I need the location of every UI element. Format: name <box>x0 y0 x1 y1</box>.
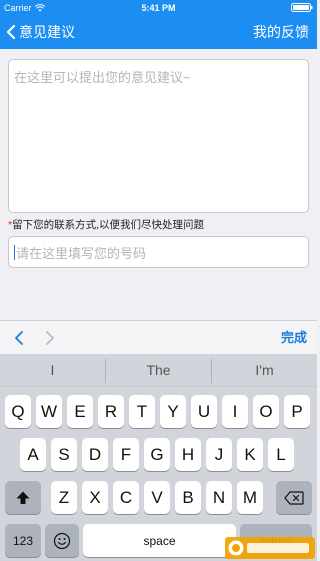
key-h[interactable]: H <box>175 438 201 471</box>
wifi-icon <box>34 3 45 11</box>
text-caret <box>14 244 15 260</box>
phone-placeholder: 请在这里填写您的号码 <box>16 245 147 261</box>
space-key[interactable]: space <box>83 524 236 557</box>
key-r[interactable]: R <box>98 395 124 428</box>
feedback-textarea[interactable]: 在这里可以提出您的意见建议~ <box>8 59 309 213</box>
battery-icon <box>291 3 313 12</box>
key-i[interactable]: I <box>222 395 248 428</box>
feedback-placeholder: 在这里可以提出您的意见建议~ <box>14 70 191 85</box>
key-z[interactable]: Z <box>51 481 77 514</box>
keyboard: I The I'm Q W E R T Y U I O P A S D F G … <box>0 354 317 561</box>
status-bar: Carrier 5:41 PM <box>0 0 317 15</box>
watermark-logo <box>225 537 315 559</box>
key-d[interactable]: D <box>82 438 108 471</box>
carrier-label: Carrier <box>4 2 32 13</box>
key-u[interactable]: U <box>191 395 217 428</box>
key-a[interactable]: A <box>20 438 46 471</box>
contact-hint: *留下您的联系方式,以便我们尽快处理问题 <box>8 217 204 232</box>
key-w[interactable]: W <box>36 395 62 428</box>
phone-input[interactable]: 请在这里填写您的号码 <box>8 236 309 268</box>
emoji-icon <box>53 532 71 549</box>
key-b[interactable]: B <box>175 481 201 514</box>
status-time: 5:41 PM <box>141 2 176 13</box>
shift-key[interactable] <box>5 481 41 514</box>
key-n[interactable]: N <box>206 481 232 514</box>
key-y[interactable]: Y <box>160 395 186 428</box>
my-feedback-button[interactable]: 我的反馈 <box>253 21 309 43</box>
key-l[interactable]: L <box>268 438 294 471</box>
prediction-3[interactable]: I'm <box>212 354 317 386</box>
key-m[interactable]: M <box>237 481 263 514</box>
key-p[interactable]: P <box>284 395 310 428</box>
back-button[interactable]: 意见建议 <box>6 21 75 43</box>
key-o[interactable]: O <box>253 395 279 428</box>
numbers-key[interactable]: 123 <box>5 524 41 557</box>
key-j[interactable]: J <box>206 438 232 471</box>
prediction-1[interactable]: I <box>0 354 105 386</box>
key-t[interactable]: T <box>129 395 155 428</box>
next-field-icon[interactable] <box>43 330 57 346</box>
previous-field-icon[interactable] <box>12 330 26 346</box>
delete-key[interactable] <box>276 481 312 514</box>
predictive-bar: I The I'm <box>0 354 317 387</box>
key-v[interactable]: V <box>144 481 170 514</box>
prediction-2[interactable]: The <box>106 354 211 386</box>
done-button[interactable]: 完成 <box>281 321 307 355</box>
key-g[interactable]: G <box>144 438 170 471</box>
key-x[interactable]: X <box>82 481 108 514</box>
emoji-key[interactable] <box>45 524 79 557</box>
key-q[interactable]: Q <box>5 395 31 428</box>
keyboard-accessory-bar: 完成 <box>0 320 317 354</box>
page-title: 意见建议 <box>19 24 75 40</box>
key-k[interactable]: K <box>237 438 263 471</box>
status-left: Carrier <box>4 3 45 13</box>
key-f[interactable]: F <box>113 438 139 471</box>
shift-icon <box>16 491 30 504</box>
delete-icon <box>284 490 304 505</box>
contact-hint-text: 留下您的联系方式,以便我们尽快处理问题 <box>12 219 205 231</box>
chevron-left-icon <box>6 25 16 39</box>
key-c[interactable]: C <box>113 481 139 514</box>
key-s[interactable]: S <box>51 438 77 471</box>
key-e[interactable]: E <box>67 395 93 428</box>
nav-bar: 意见建议 我的反馈 <box>0 15 317 49</box>
